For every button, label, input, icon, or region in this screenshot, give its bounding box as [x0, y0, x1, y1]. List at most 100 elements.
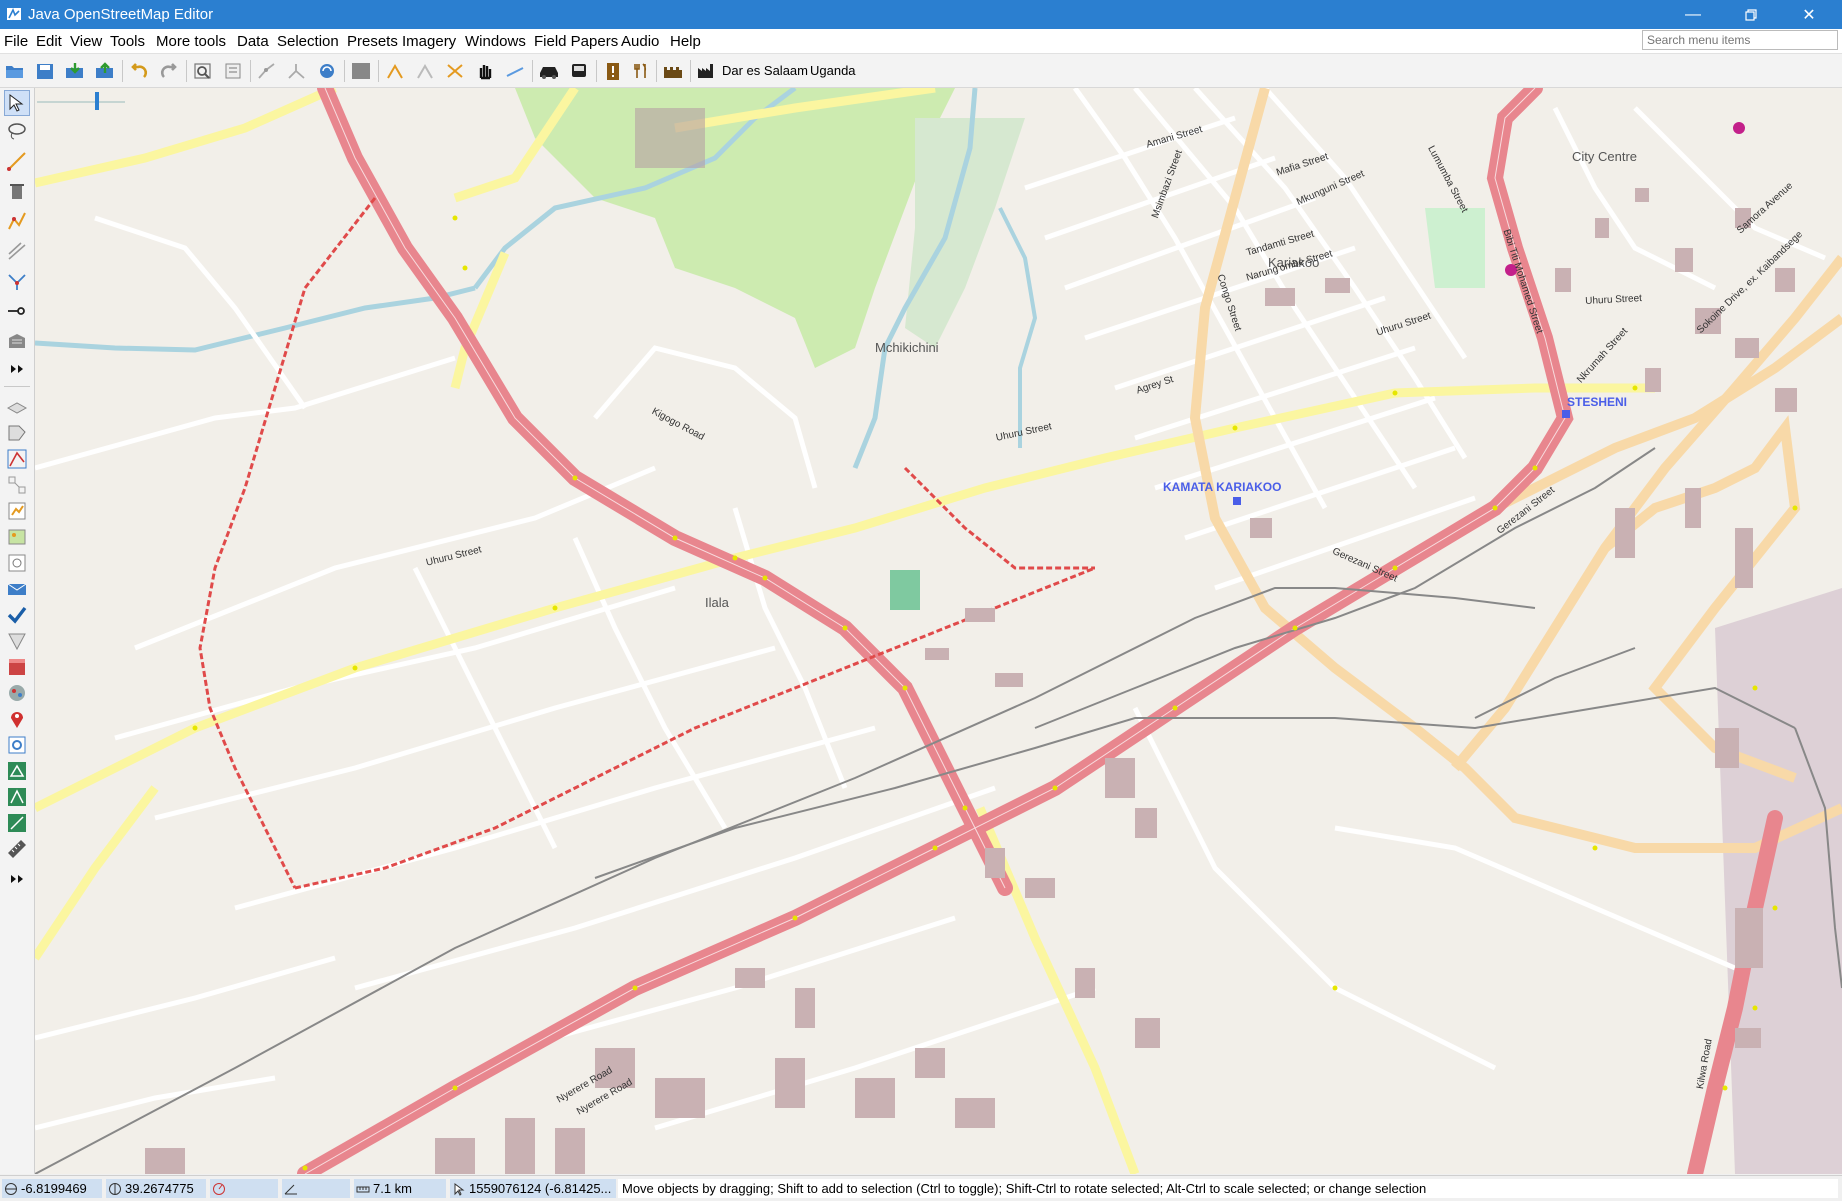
close-icon[interactable]: ✕ — [1780, 0, 1838, 29]
parallel-tool-icon[interactable] — [4, 238, 30, 264]
save-icon[interactable] — [34, 60, 56, 82]
menu-audio[interactable]: Audio — [621, 33, 659, 50]
bus-stop-kamata — [1233, 497, 1241, 505]
title-bar: Java OpenStreetMap Editor — ✕ — [0, 0, 1842, 29]
map-view[interactable]: City Centre Kariakoo Mchikichini Ilala K… — [35, 88, 1842, 1174]
validator-toggle-icon[interactable] — [4, 602, 30, 628]
upload-icon[interactable] — [94, 60, 116, 82]
properties-toggle-icon[interactable] — [4, 420, 30, 446]
menu-help[interactable]: Help — [670, 33, 701, 50]
undo-icon[interactable] — [128, 60, 150, 82]
information-preset-icon[interactable] — [602, 60, 624, 82]
menu-presets[interactable]: Presets — [347, 33, 398, 50]
map-canvas[interactable] — [35, 88, 1842, 1174]
preferences-icon[interactable] — [222, 60, 244, 82]
draw-nodes-icon[interactable] — [4, 148, 30, 174]
station-kamata-kariakoo: KAMATA KARIAKOO — [1163, 480, 1282, 494]
select-tool-icon[interactable] — [4, 90, 30, 116]
main-toolbar: Dar es Salaam Uganda — [0, 54, 1842, 88]
josm-app-icon — [6, 6, 22, 22]
orthogonalize-icon[interactable] — [444, 60, 466, 82]
place-city-centre: City Centre — [1572, 149, 1638, 164]
restaurant-preset-icon[interactable] — [630, 60, 652, 82]
more-tools-expand-icon[interactable] — [4, 356, 30, 382]
selection-list-icon[interactable] — [4, 446, 30, 472]
park-area-east — [905, 118, 1025, 348]
ruler-distance-icon — [356, 1186, 370, 1192]
preset-uganda[interactable]: Uganda — [810, 63, 856, 78]
menu-more-tools[interactable]: More tools — [156, 33, 226, 50]
latitude-field: -6.8199469 — [2, 1179, 102, 1198]
park-area — [515, 88, 955, 368]
restore-icon[interactable] — [1722, 0, 1780, 29]
bus-stop-stesheni — [1562, 410, 1570, 418]
longitude-icon — [109, 1182, 121, 1195]
industrial-preset-icon[interactable] — [696, 60, 718, 82]
measure-area-icon[interactable] — [4, 758, 30, 784]
measure-angle-icon[interactable] — [4, 784, 30, 810]
menu-bar: File Edit View Tools More tools Data Sel… — [0, 29, 1842, 54]
menu-imagery[interactable]: Imagery — [402, 33, 456, 50]
download-icon[interactable] — [64, 60, 86, 82]
longitude-field: 39.2674775 — [106, 1179, 206, 1198]
filter-toggle-icon[interactable] — [4, 550, 30, 576]
car-preset-icon[interactable] — [538, 60, 560, 82]
align-circle-icon[interactable] — [414, 60, 436, 82]
place-mchikichini: Mchikichini — [875, 340, 939, 355]
relations-toggle-icon[interactable] — [4, 472, 30, 498]
heading-field — [210, 1179, 278, 1198]
zoom-to-data-icon[interactable] — [192, 60, 214, 82]
location-pin-icon[interactable] — [4, 706, 30, 732]
building-cluster — [635, 108, 705, 168]
heading-icon — [213, 1182, 225, 1195]
menu-view[interactable]: View — [70, 33, 102, 50]
angle-field — [282, 1179, 350, 1198]
history-toggle-icon[interactable] — [4, 498, 30, 524]
menu-search-input[interactable] — [1642, 30, 1838, 50]
conflict-toggle-icon[interactable] — [4, 732, 30, 758]
bus-preset-icon[interactable] — [568, 60, 590, 82]
redo-icon[interactable] — [158, 60, 180, 82]
zoom-slider-handle — [95, 92, 99, 110]
menu-field-papers[interactable]: Field Papers — [534, 33, 618, 50]
extrude-tool-icon[interactable] — [4, 208, 30, 234]
author-toggle-icon[interactable] — [4, 680, 30, 706]
sync-icon[interactable] — [316, 60, 338, 82]
follow-line-icon[interactable] — [4, 298, 30, 324]
grass-area — [1425, 208, 1485, 288]
stream-east — [998, 207, 1038, 448]
delete-tool-icon[interactable] — [4, 178, 30, 204]
lasso-tool-icon[interactable] — [4, 118, 30, 144]
menu-tools[interactable]: Tools — [110, 33, 145, 50]
more-toggles-expand-icon[interactable] — [4, 866, 30, 892]
ruler-icon[interactable] — [4, 836, 30, 862]
map-paint-icon[interactable] — [4, 628, 30, 654]
pan-hand-icon[interactable] — [474, 60, 496, 82]
left-toolbar — [0, 88, 35, 1174]
preset-dar-es-salaam[interactable]: Dar es Salaam — [722, 63, 808, 78]
menu-windows[interactable]: Windows — [465, 33, 526, 50]
industrial-area — [1715, 588, 1842, 1174]
improve-way-icon[interactable] — [4, 268, 30, 294]
split-way-icon[interactable] — [256, 60, 278, 82]
menu-data[interactable]: Data — [237, 33, 269, 50]
minimize-icon[interactable]: — — [1664, 0, 1722, 29]
changeset-toggle-icon[interactable] — [4, 576, 30, 602]
status-bar: -6.8199469 39.2674775 7.1 km 1559076124 … — [0, 1175, 1842, 1201]
simplify-way-icon[interactable] — [504, 60, 526, 82]
castle-preset-icon[interactable] — [662, 60, 684, 82]
building-tool-icon[interactable] — [4, 328, 30, 354]
imagery-toggle-icon[interactable] — [4, 524, 30, 550]
menu-file[interactable]: File — [4, 33, 28, 50]
open-file-icon[interactable] — [4, 60, 26, 82]
wireframe-icon[interactable] — [350, 60, 372, 82]
combine-way-icon[interactable] — [286, 60, 308, 82]
notes-toggle-icon[interactable] — [4, 654, 30, 680]
menu-edit[interactable]: Edit — [36, 33, 62, 50]
reverse-way-icon[interactable] — [384, 60, 406, 82]
measure-line-icon[interactable] — [4, 810, 30, 836]
node-info-field: 1559076124 (-6.81425... — [450, 1179, 616, 1198]
menu-selection[interactable]: Selection — [277, 33, 339, 50]
layers-toggle-icon[interactable] — [4, 394, 30, 420]
station-stesheni: STESHENI — [1567, 395, 1628, 409]
